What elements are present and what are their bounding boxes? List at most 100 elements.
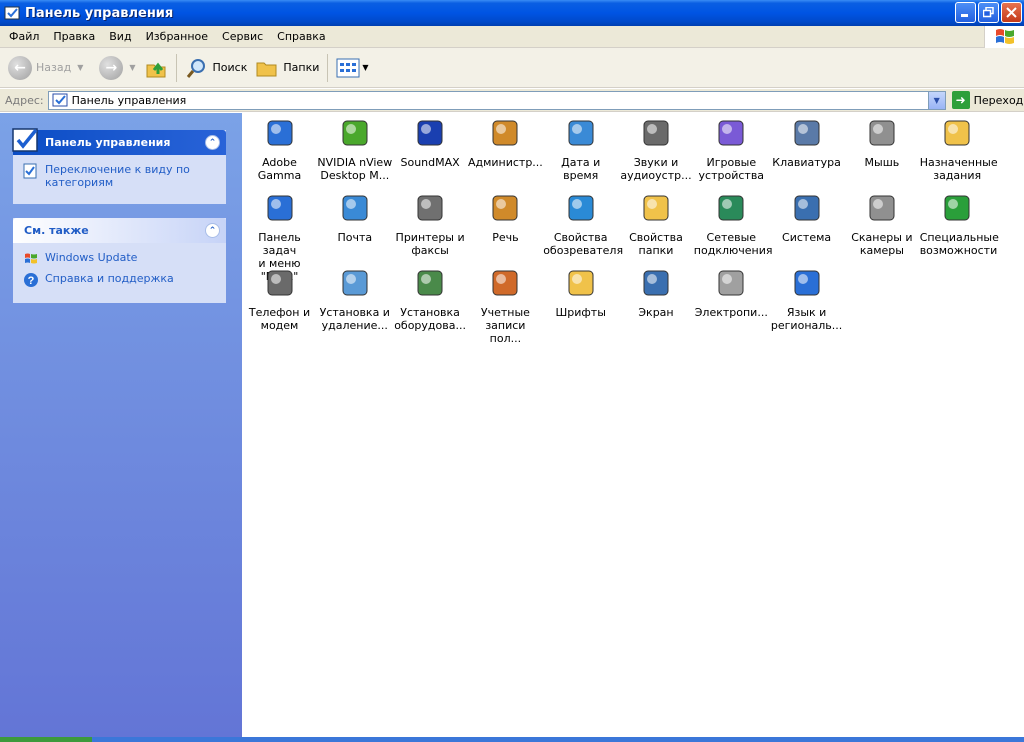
- control-panel-item[interactable]: Сетевые подключения: [693, 192, 773, 257]
- address-field[interactable]: Панель управления ▼: [47, 90, 946, 110]
- admin-tools-icon: [492, 120, 518, 146]
- control-panel-item[interactable]: Дата и время: [543, 117, 618, 182]
- menu-file[interactable]: Файл: [0, 30, 46, 43]
- forward-arrow-icon: →: [99, 55, 124, 80]
- folders-button[interactable]: Папки: [251, 51, 323, 85]
- collapse-chevron-icon[interactable]: ⌃: [205, 135, 220, 150]
- item-label: Администр...: [468, 156, 543, 169]
- item-label-line1: Панель задач: [258, 231, 301, 257]
- forward-button[interactable]: → ▼: [95, 51, 139, 85]
- control-panel-item[interactable]: Сканеры и камеры: [844, 192, 919, 257]
- item-label-line1: Дата и время: [561, 156, 601, 182]
- switch-category-view-link[interactable]: Переключение к виду по категориям: [23, 163, 216, 189]
- section-header[interactable]: Панель управления ⌃: [12, 128, 226, 155]
- control-panel-item[interactable]: Мышь: [844, 117, 919, 169]
- item-label-line1: Учетные: [480, 306, 530, 319]
- mouse-icon: [869, 120, 895, 146]
- item-label: Сетевые подключения: [693, 231, 773, 257]
- item-label-line1: Установка: [400, 306, 460, 319]
- help-support-link[interactable]: ? Справка и поддержка: [23, 272, 216, 288]
- views-button[interactable]: ▼: [332, 51, 372, 85]
- item-label-line2: записи пол...: [485, 319, 526, 345]
- add-hardware-icon: [417, 270, 443, 296]
- item-label: Звуки и аудиоустр...: [619, 156, 694, 182]
- item-label-line2: возможности: [919, 244, 998, 257]
- item-label-line1: Язык и: [786, 306, 827, 319]
- control-panel-item[interactable]: Установка и удаление...: [317, 267, 392, 332]
- menu-help[interactable]: Справка: [270, 30, 332, 43]
- go-button[interactable]: ➜ Переход: [951, 91, 1024, 109]
- control-panel-item[interactable]: Игровые устройства: [694, 117, 769, 182]
- windows-update-label: Windows Update: [45, 251, 138, 264]
- item-label-line2: камеры: [859, 244, 904, 257]
- menu-edit[interactable]: Правка: [46, 30, 102, 43]
- maximize-button[interactable]: [978, 2, 999, 23]
- address-value: Панель управления: [71, 93, 187, 107]
- control-panel-item[interactable]: Свойства обозревателя: [543, 192, 623, 257]
- item-label: Свойства папки: [619, 231, 694, 257]
- network-icon: [718, 195, 744, 221]
- menu-tools[interactable]: Сервис: [215, 30, 270, 43]
- regional-icon: [794, 270, 820, 296]
- toolbar-separator: [175, 53, 177, 82]
- title-bar[interactable]: Панель управления: [0, 0, 1024, 26]
- date-time-icon: [568, 120, 594, 146]
- control-panel-item[interactable]: Специальные возможности: [919, 192, 999, 257]
- windows-logo: [984, 26, 1024, 48]
- control-panel-item[interactable]: Администр...: [468, 117, 543, 169]
- collapse-chevron-icon[interactable]: ⌃: [205, 223, 220, 238]
- control-panel-item[interactable]: Установка оборудова...: [393, 267, 468, 332]
- item-label-line1: Сканеры и: [851, 231, 913, 244]
- folders-label: Папки: [283, 61, 320, 74]
- control-panel-item[interactable]: SoundMAX: [393, 117, 468, 169]
- item-label: Специальные возможности: [919, 231, 999, 257]
- item-label: Экран: [619, 306, 694, 319]
- address-dropdown-button[interactable]: ▼: [927, 91, 945, 109]
- forward-dropdown-icon[interactable]: ▼: [129, 63, 135, 72]
- search-button[interactable]: Поиск: [181, 51, 252, 85]
- views-icon: [336, 58, 360, 77]
- control-panel-item[interactable]: Шрифты: [543, 267, 618, 319]
- control-panel-item[interactable]: Электропи...: [694, 267, 769, 319]
- item-label: Телефон и модем: [242, 306, 317, 332]
- go-label: Переход: [973, 93, 1024, 107]
- windows-update-link[interactable]: Windows Update: [23, 251, 216, 267]
- control-panel-item[interactable]: NVIDIA nView Desktop M...: [317, 117, 392, 182]
- section-header[interactable]: См. также ⌃: [13, 218, 226, 243]
- item-label: Речь: [468, 231, 543, 244]
- control-panel-item[interactable]: Клавиатура: [769, 117, 844, 169]
- control-panel-item[interactable]: Язык и региональ...: [769, 267, 844, 332]
- back-button[interactable]: ← Назад ▼: [4, 51, 87, 85]
- back-dropdown-icon[interactable]: ▼: [77, 63, 83, 72]
- control-panel-item[interactable]: Свойства папки: [619, 192, 694, 257]
- control-panel-item[interactable]: Почта: [317, 192, 392, 244]
- views-dropdown-icon[interactable]: ▼: [362, 63, 368, 72]
- item-label: Клавиатура: [769, 156, 844, 169]
- item-label: Назначенные задания: [920, 156, 998, 182]
- accessibility-icon: [944, 195, 970, 221]
- windows-flag-icon: [995, 29, 1014, 44]
- menu-favorites[interactable]: Избранное: [139, 30, 215, 43]
- item-label-line1: Мышь: [864, 156, 900, 169]
- minimize-button[interactable]: [955, 2, 976, 23]
- control-panel-item[interactable]: Звуки и аудиоустр...: [619, 117, 694, 182]
- control-panel-item[interactable]: Экран: [619, 267, 694, 319]
- up-button[interactable]: [140, 51, 172, 85]
- close-button[interactable]: [1001, 2, 1022, 23]
- control-panel-item[interactable]: Телефон и модем: [242, 267, 317, 332]
- item-label-line2: аудиоустр...: [620, 169, 692, 182]
- control-panel-item[interactable]: Назначенные задания: [920, 117, 998, 182]
- control-panel-item[interactable]: Принтеры и факсы: [393, 192, 468, 257]
- item-label-line1: Звуки и: [633, 156, 679, 169]
- folder-options-icon: [643, 195, 669, 221]
- item-label: Игровые устройства: [694, 156, 769, 182]
- control-panel-item[interactable]: Учетные записи пол...: [468, 267, 543, 345]
- control-panel-item[interactable]: Adobe Gamma: [242, 117, 317, 182]
- control-panel-item[interactable]: Система: [769, 192, 844, 244]
- control-panel-item[interactable]: Речь: [468, 192, 543, 244]
- menu-view[interactable]: Вид: [102, 30, 138, 43]
- item-label: Система: [769, 231, 844, 244]
- add-remove-icon: [342, 270, 368, 296]
- control-panel-section: Панель управления ⌃ Переключение к виду …: [12, 128, 226, 204]
- item-label-line2: подключения: [693, 244, 773, 257]
